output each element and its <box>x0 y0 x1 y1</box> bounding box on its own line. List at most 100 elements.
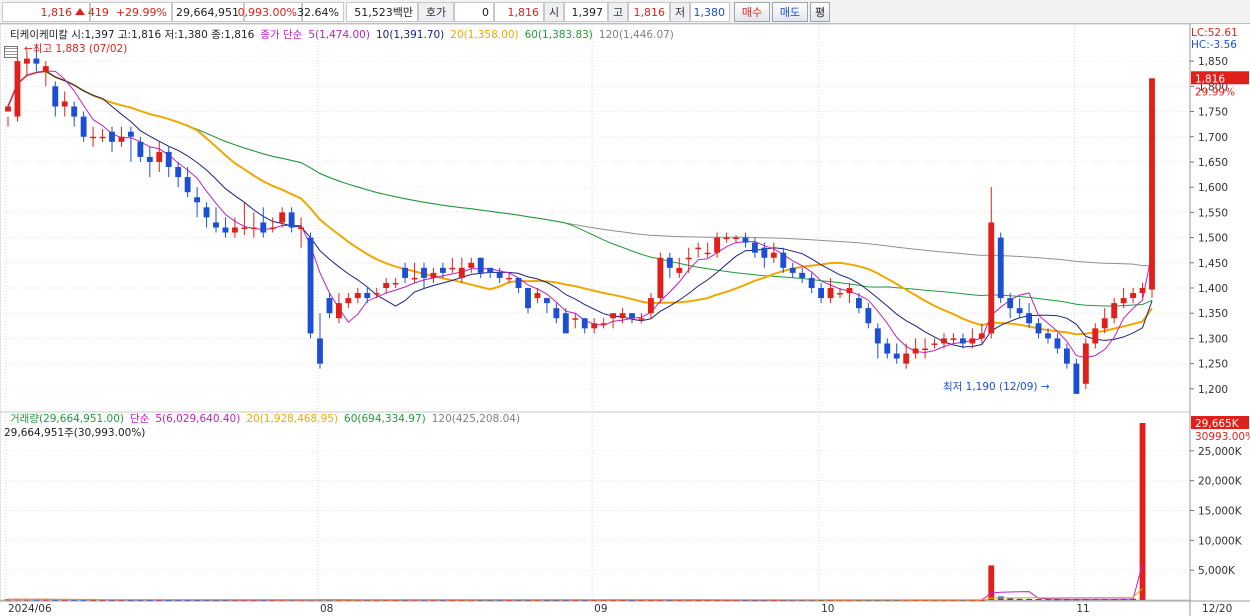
candle-body <box>647 298 654 314</box>
price-tick-label: 1,500 <box>1198 233 1228 245</box>
candle-body <box>1082 343 1089 384</box>
price-change: 419 <box>87 5 109 19</box>
candle-body <box>90 136 97 139</box>
candle-body <box>638 318 645 320</box>
price-tick-label: 1,350 <box>1198 308 1228 320</box>
candle-body <box>345 298 352 304</box>
hoga-label: 호가 <box>418 2 454 22</box>
candle-body <box>298 227 305 229</box>
volume-bar <box>1139 422 1146 600</box>
lc-indicator: LC:52.61 <box>1191 27 1238 39</box>
candle-body <box>203 207 210 218</box>
candle-body <box>865 308 872 324</box>
high-label: 고 <box>608 2 628 22</box>
candle-body <box>222 227 229 233</box>
candle-body <box>42 66 49 72</box>
candle-body <box>439 267 446 273</box>
x-axis-label: 12/20 <box>1202 603 1232 615</box>
volume-tick-label: 20,000K <box>1198 476 1243 488</box>
candle-body <box>676 267 683 273</box>
candle-body <box>525 288 531 309</box>
candle-body <box>997 237 1004 299</box>
candle-body <box>799 272 806 278</box>
buy-button[interactable]: 매수 <box>734 2 770 22</box>
candle-body <box>269 227 276 229</box>
open-value: 1,397 <box>564 2 608 22</box>
candle-body <box>742 237 749 243</box>
candle-body <box>430 272 437 278</box>
x-axis-label: 09 <box>594 603 607 615</box>
price-tick-label: 1,650 <box>1198 157 1228 169</box>
candle-body <box>5 106 11 112</box>
candle-body <box>969 338 976 344</box>
hoga-value: 0 <box>454 2 494 22</box>
candle-body <box>751 242 758 253</box>
hoga-price: 1,816 <box>494 2 544 22</box>
volume-title: 거래량(29,664,951.00) <box>10 413 124 425</box>
low-label: 저 <box>670 2 690 22</box>
candle-body <box>515 277 522 288</box>
candle-body <box>1054 338 1061 349</box>
volume-tick-label: 10,000K <box>1198 535 1243 547</box>
volume-tick-label: 5,000K <box>1198 565 1236 577</box>
candle-body <box>591 323 598 329</box>
volume-tick-label: 25,000K <box>1198 446 1243 458</box>
low-annotation: 최저 1,190 (12/09) → <box>943 381 1050 393</box>
sell-button[interactable]: 매도 <box>772 2 808 22</box>
vol-ma120-legend: 120(425,208.04) <box>431 412 521 425</box>
candle-body <box>1092 328 1099 344</box>
candle-body <box>449 267 456 270</box>
candle-body <box>118 136 125 142</box>
candle-body <box>1101 318 1108 329</box>
open-label: 시 <box>544 2 564 22</box>
candle-body <box>1063 348 1070 364</box>
candle-body <box>175 167 182 178</box>
candle-body <box>808 277 815 288</box>
candle-body <box>610 313 617 319</box>
volume-bar <box>1026 598 1033 600</box>
candle-body <box>931 343 938 345</box>
candle-body <box>392 282 399 285</box>
x-axis-label: 08 <box>320 603 333 615</box>
price-tick-label: 1,750 <box>1198 107 1228 119</box>
candle-body <box>33 58 40 64</box>
amount-cell: 51,523백만 <box>346 2 418 22</box>
candle-body <box>14 61 21 117</box>
candle-body <box>704 252 711 255</box>
grid-toggle-icon[interactable] <box>4 46 18 58</box>
price-tick-label: 1,700 <box>1198 132 1228 144</box>
chart-area[interactable]: 1,850 1,800 1,750 1,700 1,650 1,600 1,550 1,500… <box>0 24 1250 616</box>
candle-body <box>184 177 191 193</box>
candle-body <box>1120 298 1127 304</box>
up-arrow-icon <box>75 7 85 15</box>
ma-prefix: 종가 단순 <box>260 29 303 41</box>
candle-body <box>903 353 910 364</box>
current-price: 1,816 <box>40 5 73 19</box>
x-axis-label: 11 <box>1076 603 1089 615</box>
candle-body <box>288 212 295 228</box>
candle-body <box>496 272 503 278</box>
candle-body <box>307 237 314 334</box>
candle-body <box>629 313 635 319</box>
candle-body <box>837 293 843 295</box>
candle-body <box>1007 298 1014 309</box>
price-tick-label: 1,450 <box>1198 258 1228 270</box>
candle-body <box>543 298 550 304</box>
candle-body <box>950 338 957 340</box>
candle-body <box>383 282 390 288</box>
candle-body <box>534 293 541 299</box>
price-tag-label: 1,816 <box>1195 73 1225 85</box>
vol-ma20-legend: 20(1,928,468.95) <box>246 412 339 425</box>
candle-body <box>165 151 172 167</box>
volume-pane <box>0 411 1191 601</box>
vol-ma-prefix: 단순 <box>130 413 150 425</box>
candle-body <box>52 86 59 107</box>
price-tick-label: 1,850 <box>1198 56 1228 68</box>
even-button[interactable]: 평 <box>810 2 830 22</box>
candle-body <box>912 348 919 354</box>
candle-body <box>1149 78 1155 290</box>
chart-svg[interactable]: 1,8501,8001,7501,7001,6501,6001,5501,500… <box>0 24 1250 616</box>
candle-body <box>23 58 30 64</box>
price-tick-label: 1,600 <box>1198 182 1228 194</box>
candle-body <box>137 141 144 157</box>
